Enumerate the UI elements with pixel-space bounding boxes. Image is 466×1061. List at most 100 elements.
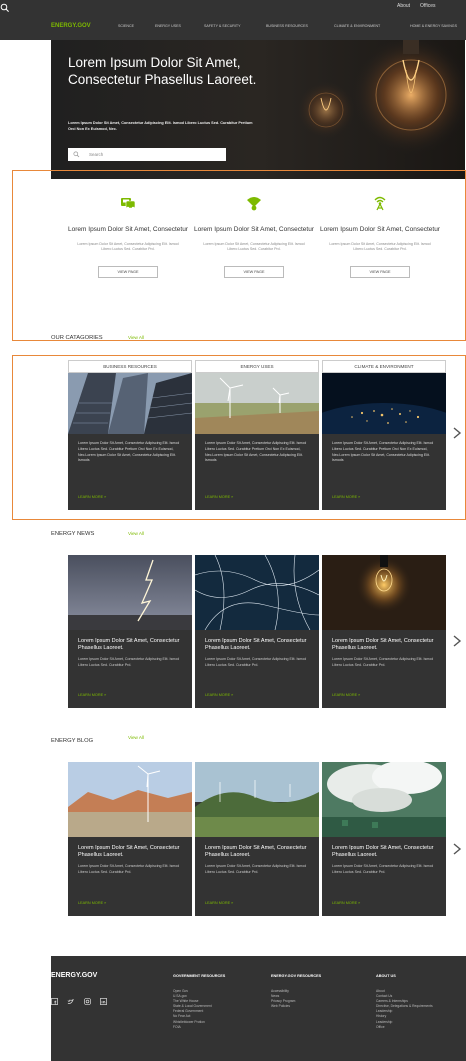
learn-more-link[interactable]: LEARN MORE »: [78, 693, 106, 697]
blog-card[interactable]: Lorem Ipsum Dolor Sit Amet, Consectetur …: [195, 762, 319, 916]
footer-link[interactable]: Web Policies: [271, 1004, 321, 1009]
utility-link-offices[interactable]: Offices: [420, 3, 435, 9]
news-card[interactable]: Lorem Ipsum Dolor Sit Amet, Consectetur …: [195, 555, 319, 708]
view-page-button[interactable]: VIEW PAGE: [98, 265, 158, 278]
news-card-text: Lorem Ipsum Dolor Sit Amet, Consectetur …: [332, 657, 434, 667]
news-view-all-link[interactable]: View All: [128, 531, 144, 536]
blog-card-title: Lorem Ipsum Dolor Sit Amet, Consectetur …: [78, 845, 180, 858]
lightning-image: [68, 555, 192, 630]
category-text: Lorem Ipsum Dolor Sit Amet, Consectetur …: [332, 441, 434, 463]
wind-farm-hills-image: [195, 762, 319, 837]
chevron-right-icon[interactable]: [452, 426, 462, 440]
blog-card-text: Lorem Ipsum Dolor Sit Amet, Consectetur …: [78, 864, 180, 874]
footer-logo[interactable]: ENERGY.GOV: [51, 972, 97, 979]
news-card-title: Lorem Ipsum Dolor Sit Amet, Consectetur …: [78, 638, 180, 651]
feature-title: Lorem Ipsum Dolor Sit Amet, Consectetur: [194, 226, 314, 233]
learn-more-link[interactable]: LEARN MORE »: [205, 901, 233, 905]
feature-title: Lorem Ipsum Dolor Sit Amet, Consectetur: [320, 226, 440, 233]
news-card-text: Lorem Ipsum Dolor Sit Amet, Consectetur …: [78, 657, 180, 667]
learn-more-link[interactable]: LEARN MORE »: [205, 693, 233, 697]
nav-item-energy-uses[interactable]: ENERGY USES: [155, 24, 181, 28]
chevron-right-icon[interactable]: [452, 842, 462, 856]
learn-more-link[interactable]: LEARN MORE »: [78, 495, 106, 499]
search-icon[interactable]: [0, 3, 10, 13]
news-card[interactable]: Lorem Ipsum Dolor Sit Amet, Consectetur …: [68, 555, 192, 708]
category-title: CLIMATE & ENVIRONMENT: [322, 360, 446, 373]
blog-card-text: Lorem Ipsum Dolor Sit Amet, Consectetur …: [332, 864, 434, 874]
view-page-button[interactable]: VIEW PAGE: [350, 265, 410, 278]
hero-banner: Lorem Ipsum Dolor Sit Amet, Consectetur …: [51, 40, 465, 179]
category-text: Lorem Ipsum Dolor Sit Amet, Consectetur …: [205, 441, 307, 463]
learn-more-link[interactable]: LEARN MORE »: [332, 693, 360, 697]
footer-column-government-resources: GOVERNMENT RESOURCES Open Gov U.SA.gov T…: [173, 974, 225, 1030]
footer-column-title: ABOUT US: [376, 974, 396, 978]
learn-more-link[interactable]: LEARN MORE »: [78, 901, 106, 905]
lightbulb-image: [322, 555, 446, 630]
learn-more-link[interactable]: LEARN MORE »: [205, 495, 233, 499]
network-lines-image: [195, 555, 319, 630]
categories-view-all-link[interactable]: View All: [128, 335, 144, 340]
blog-card-text: Lorem Ipsum Dolor Sit Amet, Consectetur …: [205, 864, 307, 874]
blog-card-title: Lorem Ipsum Dolor Sit Amet, Consectetur …: [332, 845, 434, 858]
hero-search-field[interactable]: Search: [68, 148, 226, 161]
site-footer: ENERGY.GOV GOVERNMENT RESOURCES Open Gov…: [51, 956, 466, 1061]
wind-turbines-image: [195, 373, 319, 434]
category-card[interactable]: ENERGY USES Lorem Ipsum Dolor Sit Amet, …: [195, 360, 319, 510]
footer-column-title: ENERGY.GOV RESOURCES: [271, 974, 322, 978]
earth-at-night-image: [322, 373, 446, 434]
instagram-icon[interactable]: [83, 998, 91, 1005]
chevron-right-icon[interactable]: [452, 634, 462, 648]
search-placeholder: Search: [89, 152, 104, 157]
footer-link[interactable]: FOIA: [173, 1025, 225, 1030]
view-page-button[interactable]: VIEW PAGE: [224, 265, 284, 278]
feature-card: Lorem Ipsum Dolor Sit Amet, Consectetur …: [193, 195, 315, 278]
news-card-title: Lorem Ipsum Dolor Sit Amet, Consectetur …: [332, 638, 434, 651]
news-title: ENERGY NEWS: [51, 531, 95, 537]
category-title: BUSINESS RESOURCES: [68, 360, 192, 373]
nav-item-science[interactable]: SCIENCE: [118, 24, 134, 28]
nav-item-business-resources[interactable]: BUSINESS RESOURCES: [266, 24, 308, 28]
category-card[interactable]: CLIMATE & ENVIRONMENT Lorem Ipsum Dolor …: [322, 360, 446, 510]
utility-link-about[interactable]: About: [397, 3, 410, 9]
footer-column-title: GOVERNMENT RESOURCES: [173, 974, 226, 978]
twitter-icon[interactable]: [67, 998, 75, 1005]
hero-text: Lorem Ipsum Dolor Sit Amet, Consectetur …: [68, 121, 253, 131]
nav-item-climate-environment[interactable]: CLIMATE & ENVIRONMENT: [334, 24, 380, 28]
blog-card[interactable]: Lorem Ipsum Dolor Sit Amet, Consectetur …: [68, 762, 192, 916]
wind-turbine-desert-image: [68, 762, 192, 837]
feature-title: Lorem Ipsum Dolor Sit Amet, Consectetur: [68, 226, 188, 233]
category-text: Lorem Ipsum Dolor Sit Amet, Consectetur …: [78, 441, 180, 463]
search-icon: [73, 151, 80, 158]
utility-bar: About Offices: [0, 0, 466, 13]
news-card-text: Lorem Ipsum Dolor Sit Amet, Consectetur …: [205, 657, 307, 667]
footer-column-about-us: ABOUT US About Contact Us Careers & Inte…: [376, 974, 433, 1030]
categories-title: OUR CATAGORIES: [51, 335, 103, 341]
wifi-icon: [247, 197, 261, 211]
news-card[interactable]: Lorem Ipsum Dolor Sit Amet, Consectetur …: [322, 555, 446, 708]
feature-card: Lorem Ipsum Dolor Sit Amet, Consectetur …: [319, 195, 441, 278]
blog-card-title: Lorem Ipsum Dolor Sit Amet, Consectetur …: [205, 845, 307, 858]
linkedin-icon[interactable]: [100, 998, 108, 1005]
category-title: ENERGY USES: [195, 360, 319, 373]
cooling-towers-steam-image: [322, 762, 446, 837]
feature-text: Lorem Ipsum Dolor Sit Amet, Consectetur …: [77, 241, 179, 252]
main-nav: ENERGY.GOV SCIENCE ENERGY USES SAFETY & …: [0, 13, 466, 40]
learn-more-link[interactable]: LEARN MORE »: [332, 495, 360, 499]
skyscrapers-image: [68, 373, 192, 434]
nav-item-safety-security[interactable]: SAFETY & SECURITY: [204, 24, 240, 28]
facebook-icon[interactable]: [51, 998, 58, 1005]
social-links: [51, 992, 112, 1010]
footer-link[interactable]: Office: [376, 1025, 433, 1030]
footer-column-energy-gov-resources: ENERGY.GOV RESOURCES Accessibility News …: [271, 974, 321, 1009]
antenna-icon: [374, 196, 386, 211]
blog-title: ENERGY BLOG: [51, 738, 94, 744]
blog-card[interactable]: Lorem Ipsum Dolor Sit Amet, Consectetur …: [322, 762, 446, 916]
blog-view-all-link[interactable]: View All: [128, 735, 144, 740]
hero-title: Lorem Ipsum Dolor Sit Amet, Consectetur …: [68, 55, 257, 87]
category-card[interactable]: BUSINESS RESOURCES Lorem Ipsum Dolor Sit…: [68, 360, 192, 510]
site-logo[interactable]: ENERGY.GOV: [51, 23, 91, 29]
car-icon: [121, 198, 136, 210]
learn-more-link[interactable]: LEARN MORE »: [332, 901, 360, 905]
news-card-title: Lorem Ipsum Dolor Sit Amet, Consectetur …: [205, 638, 307, 651]
nav-item-home-energy-savings[interactable]: HOME & ENERGY SAVINGS: [410, 24, 457, 28]
